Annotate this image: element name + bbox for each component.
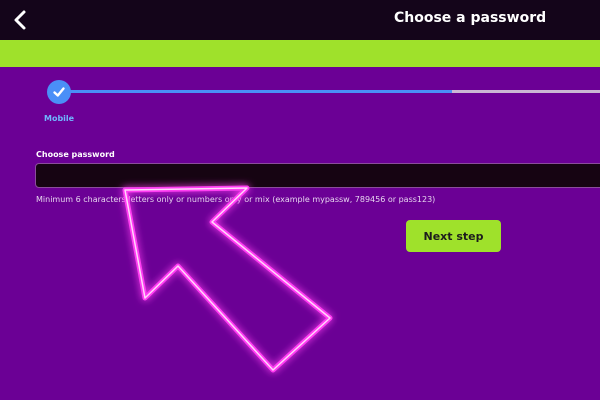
step-mobile-indicator <box>47 80 71 104</box>
chevron-left-icon <box>14 10 26 30</box>
password-hint: Minimum 6 characters letters only or num… <box>36 195 436 204</box>
password-label: Choose password <box>36 150 115 159</box>
top-bar: Choose a password <box>0 0 600 40</box>
page-title: Choose a password <box>394 10 547 26</box>
step-label-mobile: Mobile <box>44 114 75 123</box>
password-input[interactable] <box>35 163 600 188</box>
progress-fill <box>70 90 452 93</box>
accent-band <box>0 40 600 67</box>
checkmark-icon <box>53 87 65 97</box>
progress-track <box>70 90 600 93</box>
back-button[interactable] <box>6 6 34 34</box>
next-step-button[interactable]: Next step <box>406 220 501 252</box>
